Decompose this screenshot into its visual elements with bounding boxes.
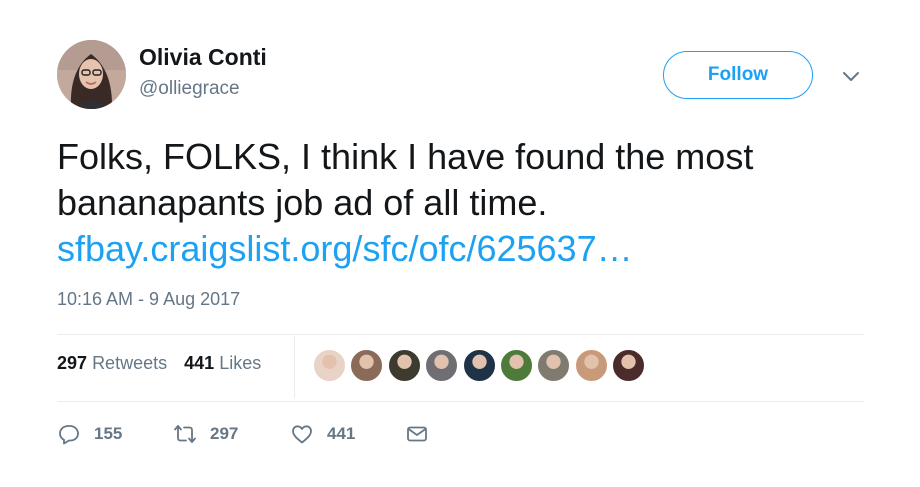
chevron-down-icon[interactable]	[840, 66, 862, 88]
liker-avatar[interactable]	[611, 348, 647, 383]
liker-avatar[interactable]	[386, 348, 422, 383]
tweet-text: Folks, FOLKS, I think I have found the m…	[57, 134, 877, 272]
tweet-link[interactable]: sfbay.craigslist.org/sfc/ofc/625637…	[57, 228, 633, 269]
stats-separator	[294, 336, 295, 398]
author-handle[interactable]: @olliegrace	[139, 78, 240, 100]
likes-stat-label: Likes	[219, 353, 262, 373]
heart-icon	[292, 425, 312, 444]
follow-button[interactable]: Follow	[663, 51, 813, 99]
like-button[interactable]: 441	[290, 420, 355, 448]
liker-avatar[interactable]	[461, 348, 497, 383]
tweet-text-line-1: Folks, FOLKS, I think I have found the m…	[57, 136, 754, 177]
reply-count: 155	[94, 424, 123, 443]
tweet-text-line-2: bananapants job ad of all time.	[57, 182, 548, 223]
liker-avatar[interactable]	[424, 348, 460, 383]
retweet-button[interactable]: 297	[173, 420, 238, 448]
envelope-icon	[407, 426, 427, 442]
retweets-stat[interactable]: 297 Retweets	[57, 353, 167, 373]
liker-avatar[interactable]	[499, 348, 534, 383]
liker-avatar[interactable]	[312, 348, 347, 383]
divider-bottom	[57, 401, 864, 402]
likes-stat[interactable]: 441 Likes	[184, 353, 261, 373]
reply-button[interactable]: 155	[57, 420, 122, 448]
reply-icon	[59, 425, 79, 445]
liker-avatar[interactable]	[349, 348, 385, 383]
author-avatar[interactable]	[57, 40, 126, 109]
retweet-icon	[174, 425, 196, 443]
like-count: 441	[327, 424, 356, 443]
tweet-timestamp[interactable]: 10:16 AM - 9 Aug 2017	[57, 289, 240, 310]
retweet-count: 297	[210, 424, 239, 443]
liker-avatar[interactable]	[573, 348, 609, 383]
direct-message-button[interactable]	[405, 420, 429, 448]
retweets-stat-label: Retweets	[92, 353, 168, 373]
author-name[interactable]: Olivia Conti	[139, 44, 267, 71]
liker-avatar[interactable]	[536, 348, 572, 383]
tweet-card: Olivia Conti @olliegrace Follow Folks, F…	[0, 0, 920, 487]
retweets-stat-count: 297	[57, 353, 88, 373]
engagement-stats: 297 Retweets 441 Likes	[57, 353, 273, 374]
likes-stat-count: 441	[184, 353, 215, 373]
divider-top	[57, 334, 864, 335]
